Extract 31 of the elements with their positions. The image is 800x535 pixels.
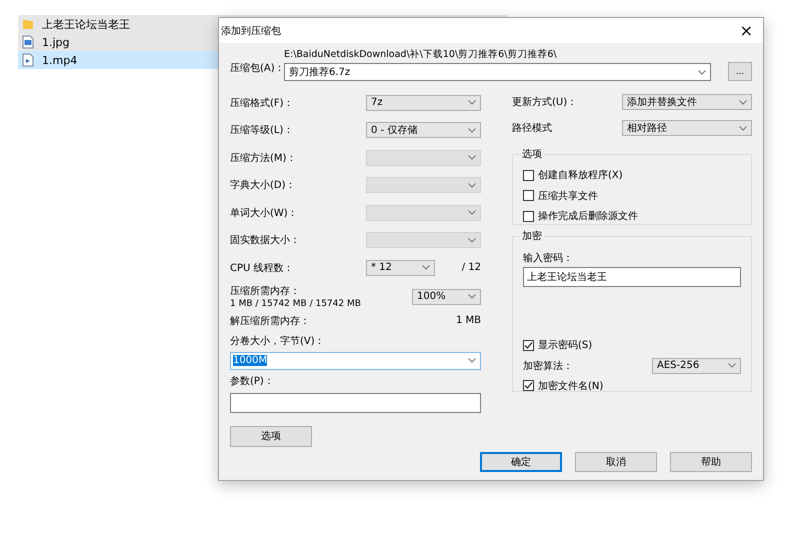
field-label: 单词大小(W)：: [230, 206, 299, 220]
checkbox-label: 压缩共享文件: [538, 190, 598, 203]
checkbox-label: 显示密码(S): [538, 338, 592, 352]
memory-usage: 1 MB / 15742 MB / 15742 MB: [230, 299, 361, 309]
thread-total: / 12: [462, 262, 481, 274]
field-label: 压缩所需内存：: [230, 284, 301, 298]
field-label: 路径模式: [512, 122, 553, 135]
field-label: 解压缩所需内存：: [230, 314, 310, 328]
archive-path: E:\BaiduNetdiskDownload\补\下载10\剪刀推荐6\剪刀推荐6\: [284, 49, 558, 61]
field-label: 压缩等级(L)：: [230, 124, 294, 138]
field-label: 压缩方法(M)：: [230, 152, 298, 165]
checkbox-label: 操作完成后删除源文件: [538, 210, 638, 224]
checkbox-label: 加密文件名(N): [538, 380, 604, 393]
checkbox-label: 创建自释放程序(X): [538, 168, 623, 182]
field-label: 分卷大小，字节(V)：: [230, 334, 326, 348]
file-name: 1.mp4: [42, 54, 78, 66]
group-title: 加密: [521, 230, 543, 243]
field-label: 固实数据大小：: [230, 234, 301, 248]
memory-value: 1 MB: [456, 315, 481, 326]
group-title: 选项: [521, 148, 543, 161]
file-name: 上老王论坛当老王: [42, 16, 130, 32]
field-label: 压缩包(A)：: [230, 62, 284, 75]
field-label: 参数(P)：: [230, 374, 275, 389]
field-label: 输入密码：: [523, 252, 574, 266]
file-name: 1.jpg: [42, 36, 70, 48]
field-label: 加密算法：: [523, 360, 573, 372]
window-title: 添加到压缩包: [221, 24, 281, 38]
field-label: 字典大小(D)：: [230, 178, 297, 192]
field-label: 更新方式(U)：: [512, 96, 578, 109]
field-label: CPU 线程数：: [230, 262, 295, 275]
field-label: 压缩格式(F)：: [230, 96, 295, 110]
